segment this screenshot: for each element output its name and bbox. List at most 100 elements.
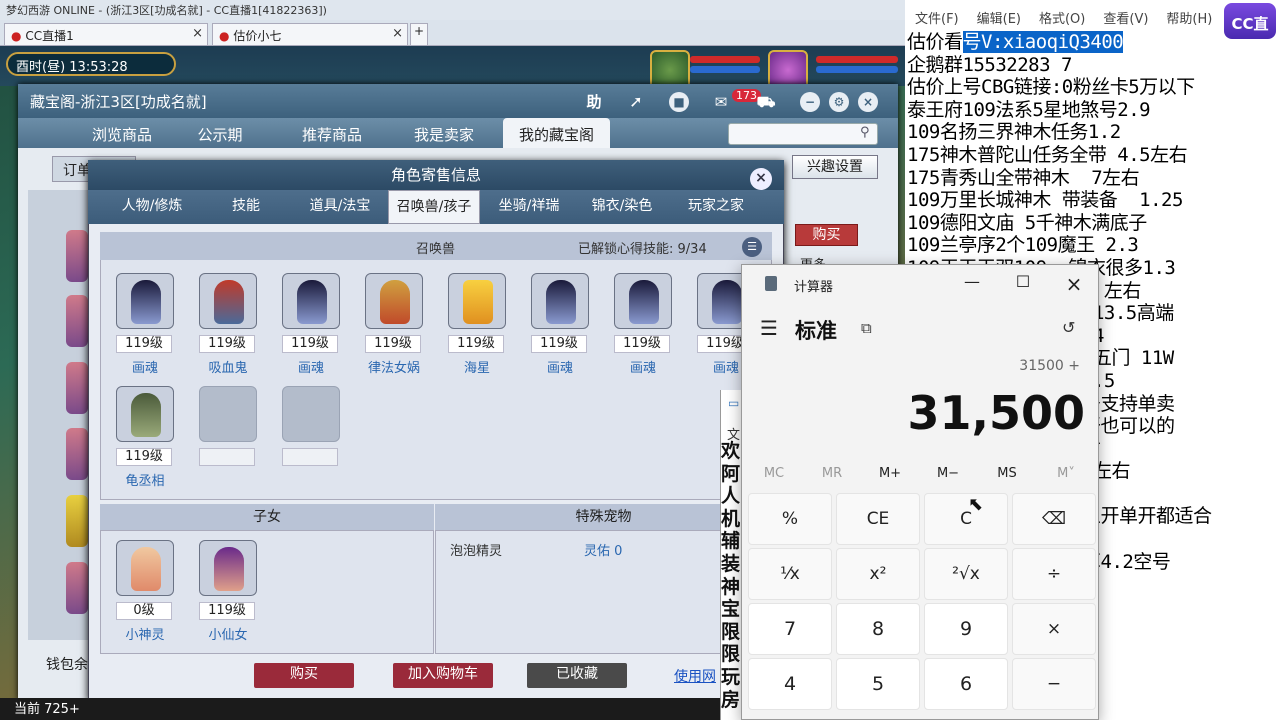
menu-format[interactable]: 格式(O): [1039, 12, 1085, 27]
pet-card[interactable]: 119级 吸血鬼: [199, 273, 257, 376]
menu-icon[interactable]: ☰: [760, 316, 778, 340]
tab-summons[interactable]: 召唤兽/孩子: [388, 190, 480, 224]
tab-home[interactable]: 玩家之家: [672, 190, 760, 224]
clear-button[interactable]: C: [924, 493, 1008, 545]
tab-outfits[interactable]: 锦衣/染色: [578, 190, 666, 224]
digit-8-button[interactable]: 8: [836, 603, 920, 655]
tab-skills[interactable]: 技能: [205, 190, 287, 224]
nav-seller[interactable]: 我是卖家: [397, 118, 491, 148]
digit-9-button[interactable]: 9: [924, 603, 1008, 655]
list-buy-button[interactable]: 购买: [795, 224, 858, 246]
pet-card[interactable]: 119级 海星: [448, 273, 506, 376]
kid-name[interactable]: 小仙女: [199, 624, 257, 643]
side-avatar[interactable]: [66, 562, 88, 614]
pet-card[interactable]: 119级 律法女娲: [365, 273, 423, 376]
side-avatar[interactable]: [66, 428, 88, 480]
pet-card[interactable]: 119级 画魂: [614, 273, 672, 376]
pet-name[interactable]: 吸血鬼: [199, 357, 257, 376]
close-icon[interactable]: ×: [1062, 272, 1086, 296]
pet-level: 119级: [531, 335, 587, 353]
menu-edit[interactable]: 编辑(E): [977, 12, 1021, 27]
pet-card[interactable]: 119级 画魂: [282, 273, 340, 376]
close-icon[interactable]: ×: [858, 92, 878, 112]
notepad-line: 109兰亭序2个109魔王 2.3: [907, 234, 1139, 257]
new-tab-button[interactable]: +: [410, 23, 428, 45]
search-icon[interactable]: ⚲: [860, 125, 870, 140]
kid-card[interactable]: 119级 小仙女: [199, 540, 257, 643]
kid-name[interactable]: 小神灵: [116, 624, 174, 643]
pet-name[interactable]: 画魂: [531, 357, 589, 376]
add-to-cart-button[interactable]: 加入购物车: [393, 663, 493, 688]
side-avatar[interactable]: [66, 495, 88, 547]
special-pet-name: 泡泡精灵: [450, 544, 503, 559]
tab-character[interactable]: 人物/修炼: [106, 190, 198, 224]
digit-5-button[interactable]: 5: [836, 658, 920, 710]
pet-name[interactable]: 龟丞相: [116, 470, 174, 489]
help-button[interactable]: 助: [584, 92, 604, 112]
pet-name[interactable]: 海星: [448, 357, 506, 376]
mem-list-button[interactable]: M˅: [1042, 466, 1090, 481]
square-button[interactable]: x²: [836, 548, 920, 600]
digit-4-button[interactable]: 4: [748, 658, 832, 710]
menu-help[interactable]: 帮助(H): [1166, 12, 1212, 27]
interest-settings-button[interactable]: 兴趣设置: [792, 155, 878, 179]
keep-on-top-icon[interactable]: ⧉: [861, 319, 872, 337]
nav-browse[interactable]: 浏览商品: [62, 118, 182, 148]
history-icon[interactable]: ↺: [1062, 318, 1075, 337]
minimize-icon[interactable]: −: [800, 92, 820, 112]
pet-card[interactable]: 119级画魂: [531, 273, 589, 376]
tab-mounts[interactable]: 坐骑/祥瑞: [485, 190, 573, 224]
pet-card[interactable]: 119级 画魂: [116, 273, 174, 376]
minimize-icon[interactable]: —: [960, 272, 984, 294]
sqrt-button[interactable]: ²√x: [924, 548, 1008, 600]
special-pet-value[interactable]: 灵佑 0: [584, 540, 622, 559]
mem-add-button[interactable]: M+: [866, 466, 914, 481]
menu-view[interactable]: 查看(V): [1103, 12, 1148, 27]
tab-items[interactable]: 道具/法宝: [295, 190, 385, 224]
notepad-menu: 文件(F) 编辑(E) 格式(O) 查看(V) 帮助(H): [905, 8, 1225, 27]
nav-public[interactable]: 公示期: [180, 118, 260, 148]
menu-file[interactable]: 文件(F): [915, 12, 959, 27]
close-tab-icon[interactable]: ×: [392, 26, 403, 41]
mem-subtract-button[interactable]: M−: [924, 466, 972, 481]
pet-card[interactable]: 119级 龟丞相: [116, 386, 174, 489]
buy-button[interactable]: 购买: [254, 663, 354, 688]
browser-tabbar: ● CC直播1 × ● 估价小七 × +: [0, 20, 905, 46]
side-avatar[interactable]: [66, 230, 88, 282]
search-input[interactable]: [728, 123, 878, 145]
ce-button[interactable]: CE: [836, 493, 920, 545]
message-icon[interactable]: ✉: [711, 92, 731, 112]
mem-clear-button[interactable]: MC: [750, 466, 798, 481]
pet-name[interactable]: 律法女娲: [365, 357, 423, 376]
settings-icon[interactable]: ⚙: [829, 92, 849, 112]
side-avatar[interactable]: [66, 362, 88, 414]
divide-button[interactable]: ÷: [1012, 548, 1096, 600]
digit-7-button[interactable]: 7: [748, 603, 832, 655]
multiply-button[interactable]: ×: [1012, 603, 1096, 655]
pet-name[interactable]: 画魂: [282, 357, 340, 376]
share-icon[interactable]: ➚: [626, 92, 646, 112]
list-menu-icon[interactable]: ☰: [742, 237, 762, 257]
nav-my-cbg[interactable]: 我的藏宝阁: [503, 118, 610, 148]
mem-recall-button[interactable]: MR: [808, 466, 856, 481]
minus-button[interactable]: −: [1012, 658, 1096, 710]
digit-6-button[interactable]: 6: [924, 658, 1008, 710]
mem-store-button[interactable]: MS: [983, 466, 1031, 481]
browser-tab-cc[interactable]: ● CC直播1 ×: [4, 23, 208, 45]
browser-tab-guji[interactable]: ● 估价小七 ×: [212, 23, 408, 45]
percent-button[interactable]: %: [748, 493, 832, 545]
pet-name[interactable]: 画魂: [614, 357, 672, 376]
reciprocal-button[interactable]: ¹⁄x: [748, 548, 832, 600]
dialog-close-icon[interactable]: ×: [750, 168, 772, 190]
close-tab-icon[interactable]: ×: [192, 26, 203, 41]
backspace-button[interactable]: ⌫: [1012, 493, 1096, 545]
use-web-link[interactable]: 使用网: [674, 666, 716, 686]
collected-button[interactable]: 已收藏: [527, 663, 627, 688]
record-icon[interactable]: ■: [669, 92, 689, 112]
kid-card[interactable]: 0级 小神灵: [116, 540, 174, 643]
cart-icon[interactable]: ⛟: [756, 92, 776, 112]
side-avatar[interactable]: [66, 295, 88, 347]
maximize-icon[interactable]: ☐: [1011, 272, 1035, 294]
pet-name[interactable]: 画魂: [116, 357, 174, 376]
nav-recommend[interactable]: 推荐商品: [285, 118, 379, 148]
